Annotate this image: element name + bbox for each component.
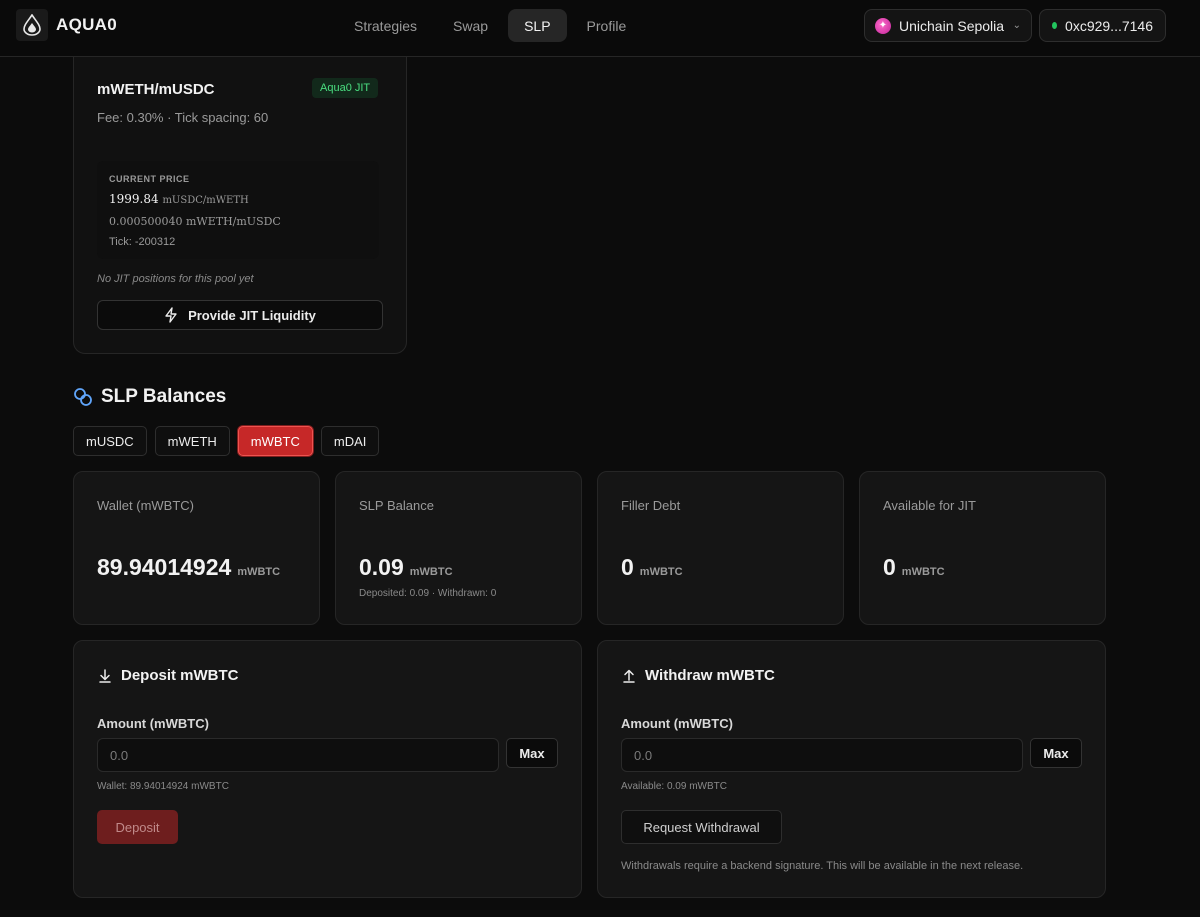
pool-title: mWETH/mUSDC — [97, 81, 215, 98]
stat-value: 0 mWBTC — [883, 554, 945, 581]
stat-label: Available for JIT — [883, 498, 976, 513]
stat-unit: mWBTC — [639, 566, 683, 578]
request-withdrawal-button[interactable]: Request Withdrawal — [621, 810, 782, 844]
withdraw-note: Withdrawals require a backend signature.… — [621, 860, 1024, 872]
pool-badge: Aqua0 JIT — [312, 78, 379, 98]
withdraw-panel: Withdraw mWBTC Amount (mWBTC) Max Availa… — [597, 640, 1106, 898]
chain-selector[interactable]: ✦ Unichain Sepolia ⌄ — [864, 9, 1032, 42]
deposit-amount-input[interactable] — [97, 738, 499, 772]
stat-value: 0 mWBTC — [621, 554, 683, 581]
deposit-heading: Deposit mWBTC — [97, 667, 239, 684]
withdraw-title: Withdraw mWBTC — [645, 667, 775, 684]
token-tabs: mUSDC mWETH mWBTC mDAI — [73, 426, 380, 456]
unichain-icon: ✦ — [875, 17, 891, 34]
stat-card-slp-balance: SLP Balance 0.09 mWBTC Deposited: 0.09 ·… — [335, 471, 582, 625]
wallet-button[interactable]: 0xc929...7146 — [1039, 9, 1166, 42]
stat-unit: mWBTC — [409, 566, 453, 578]
token-tab-mwbtc[interactable]: mWBTC — [237, 426, 313, 456]
brand-logo[interactable]: AQUA0 — [16, 9, 117, 41]
stat-number: 0 — [883, 554, 896, 580]
price-unit: mUSDC/mWETH — [162, 195, 249, 206]
provide-jit-label: Provide JIT Liquidity — [188, 307, 316, 323]
pool-card: mWETH/mUSDC Aqua0 JIT Fee: 0.30% · Tick … — [73, 57, 407, 354]
stat-number: 89.94014924 — [97, 554, 232, 580]
deposit-max-button[interactable]: Max — [506, 738, 558, 768]
stat-label: Filler Debt — [621, 498, 681, 513]
current-tick: Tick: -200312 — [109, 236, 176, 248]
provide-jit-button[interactable]: Provide JIT Liquidity — [97, 300, 383, 330]
stat-value: 0.09 mWBTC — [359, 554, 453, 581]
withdraw-amount-input[interactable] — [621, 738, 1023, 772]
tab-slp[interactable]: SLP — [508, 9, 567, 42]
tab-strategies[interactable]: Strategies — [338, 9, 433, 42]
stat-card-available-jit: Available for JIT 0 mWBTC — [859, 471, 1106, 625]
stat-label: Wallet (mWBTC) — [97, 498, 195, 513]
token-tab-mdai[interactable]: mDAI — [320, 426, 380, 456]
inverse-price: 0.000500040 mWETH/mUSDC — [109, 215, 281, 228]
slp-title: SLP Balances — [101, 386, 227, 407]
stat-card-filler-debt: Filler Debt 0 mWBTC — [597, 471, 844, 625]
wallet-address: 0xc929...7146 — [1065, 17, 1153, 34]
chevron-down-icon: ⌄ — [1012, 20, 1021, 31]
price-value: 1999.84 — [109, 192, 159, 206]
current-price: 1999.84 mUSDC/mWETH — [109, 192, 249, 206]
deposit-panel: Deposit mWBTC Amount (mWBTC) Max Wallet:… — [73, 640, 582, 898]
stat-note: Deposited: 0.09 · Withdrawn: 0 — [359, 588, 497, 599]
coins-icon — [74, 388, 92, 406]
stat-unit: mWBTC — [237, 566, 281, 578]
download-icon — [99, 668, 111, 683]
deposit-amount-label: Amount (mWBTC) — [97, 716, 209, 731]
lightning-icon — [165, 307, 177, 323]
stat-card-wallet: Wallet (mWBTC) 89.94014924 mWBTC — [73, 471, 320, 625]
main-nav: Strategies Swap SLP Profile — [338, 9, 642, 42]
withdraw-heading: Withdraw mWBTC — [621, 667, 775, 684]
withdraw-max-button[interactable]: Max — [1030, 738, 1082, 768]
stat-label: SLP Balance — [359, 498, 434, 513]
upload-icon — [623, 669, 635, 683]
deposit-wallet-help: Wallet: 89.94014924 mWBTC — [97, 781, 229, 792]
token-tab-mweth[interactable]: mWETH — [154, 426, 230, 456]
withdraw-available-help: Available: 0.09 mWBTC — [621, 781, 727, 792]
price-box: CURRENT PRICE 1999.84 mUSDC/mWETH 0.0005… — [97, 161, 379, 259]
withdraw-amount-label: Amount (mWBTC) — [621, 716, 733, 731]
connected-status-icon — [1052, 22, 1058, 29]
pool-meta: Fee: 0.30% · Tick spacing: 60 — [97, 110, 269, 125]
stat-value: 89.94014924 mWBTC — [97, 554, 280, 581]
no-positions-text: No JIT positions for this pool yet — [97, 273, 254, 285]
deposit-title: Deposit mWBTC — [121, 667, 239, 684]
top-header: AQUA0 Strategies Swap SLP Profile ✦ Unic… — [0, 0, 1200, 57]
tab-swap[interactable]: Swap — [437, 9, 504, 42]
deposit-button[interactable]: Deposit — [97, 810, 178, 844]
droplet-icon — [16, 9, 48, 41]
slp-heading: SLP Balances — [73, 386, 226, 408]
chain-name: Unichain Sepolia — [899, 17, 1005, 34]
stat-unit: mWBTC — [901, 566, 945, 578]
token-tab-musdc[interactable]: mUSDC — [73, 426, 147, 456]
brand-name: AQUA0 — [56, 15, 118, 34]
stat-number: 0.09 — [359, 554, 404, 580]
price-label: CURRENT PRICE — [109, 174, 190, 184]
stat-number: 0 — [621, 554, 634, 580]
tab-profile[interactable]: Profile — [571, 9, 643, 42]
